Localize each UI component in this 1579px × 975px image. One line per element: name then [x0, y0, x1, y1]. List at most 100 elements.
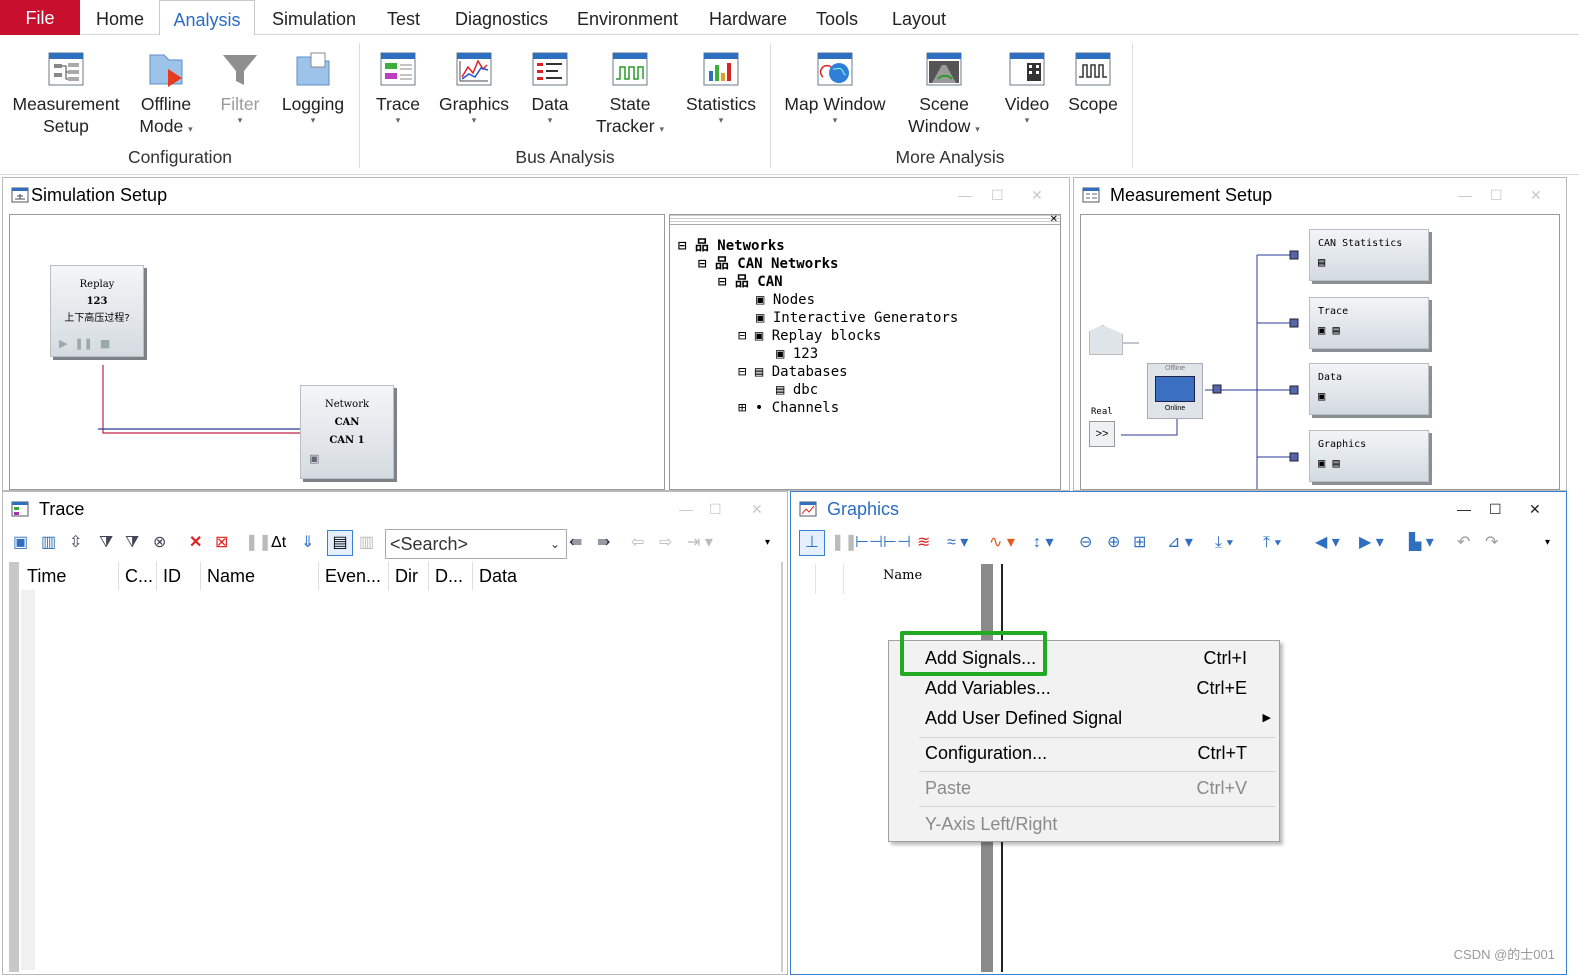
tree-item-channels[interactable]: ⊞ • Channels	[678, 399, 958, 417]
online-offline-switch[interactable]: Offline Online	[1147, 363, 1203, 419]
overflow-icon[interactable]: ▾	[1545, 528, 1550, 558]
detail-view-icon[interactable]: ▤	[327, 530, 353, 556]
arrow-left-icon[interactable]: ⇦	[631, 528, 644, 558]
tab-file[interactable]: File	[0, 0, 80, 35]
close-icon[interactable]: ✕	[1529, 492, 1541, 527]
logging-button[interactable]: Logging ▾	[276, 43, 350, 125]
find-previous-icon[interactable]: ⇚	[569, 528, 582, 558]
next-icon[interactable]: ▶ ▾	[1359, 528, 1384, 558]
trace-box[interactable]: Trace ▣ ▤	[1309, 297, 1429, 349]
data-button[interactable]: Data ▾	[523, 43, 577, 125]
tree-item-can-networks[interactable]: ⊟ 品 CAN Networks	[678, 255, 958, 273]
statistics-button[interactable]: Statistics ▾	[682, 43, 760, 125]
filter-icon[interactable]: ⧩	[99, 528, 113, 558]
arrow-right-icon[interactable]: ⇨	[659, 528, 672, 558]
close-icon[interactable]: ✕	[1031, 178, 1043, 213]
signal-style-icon[interactable]: ≈ ▾	[947, 528, 968, 558]
filter-button[interactable]: Filter ▾	[212, 43, 268, 125]
zoom-out-icon[interactable]: ⊖	[1079, 528, 1092, 558]
scope-button[interactable]: Scope	[1064, 43, 1122, 115]
find-next-icon[interactable]: ⇛	[597, 528, 610, 558]
column-event-type[interactable]: Even...	[319, 562, 389, 590]
data-box[interactable]: Data ▣	[1309, 363, 1429, 415]
tree-item-interactive-generators[interactable]: ▣ Interactive Generators	[678, 309, 958, 327]
maximize-icon[interactable]: ☐	[1490, 178, 1503, 213]
y-scale-icon[interactable]: ↕ ▾	[1033, 528, 1053, 558]
pause-icon[interactable]: ❚❚	[245, 528, 272, 558]
state-tracker-button[interactable]: State Tracker ▾	[588, 43, 672, 140]
scroll-icon[interactable]: ⇳	[69, 528, 82, 558]
tab-tools[interactable]: Tools	[816, 0, 858, 35]
scene-window-button[interactable]: Scene Window ▾	[898, 43, 990, 140]
columns-icon[interactable]: ▥	[359, 528, 374, 558]
tree-item-replay-blocks[interactable]: ⊟ ▣ Replay blocks	[678, 327, 958, 345]
column-dlc[interactable]: D...	[429, 562, 473, 590]
can-statistics-box[interactable]: CAN Statistics ▤	[1309, 229, 1429, 281]
measure-cursor-icon[interactable]: ⤓ ▾	[1215, 528, 1233, 558]
find-icon[interactable]: ⊗	[153, 528, 166, 558]
column-name[interactable]: Name	[201, 562, 319, 590]
minimize-icon[interactable]: —	[958, 178, 972, 213]
real-source-button[interactable]: >>	[1089, 421, 1115, 447]
tab-diagnostics[interactable]: Diagnostics	[455, 0, 548, 35]
close-icon[interactable]: ✕	[751, 492, 763, 527]
sort-icon[interactable]: ⇓	[301, 528, 314, 558]
tree-item-networks[interactable]: ⊟ 品 Networks	[678, 237, 958, 255]
minimize-icon[interactable]: —	[1457, 492, 1471, 527]
layout-icon[interactable]: ⊥	[799, 530, 825, 556]
tree-item-nodes[interactable]: ▣ Nodes	[678, 291, 958, 309]
tab-layout[interactable]: Layout	[892, 0, 946, 35]
previous-icon[interactable]: ◀ ▾	[1315, 528, 1340, 558]
marker-icon[interactable]: ⇥ ▾	[687, 528, 713, 558]
measurement-icon[interactable]: ▣	[13, 528, 28, 558]
measurement-setup-button[interactable]: Measurement Setup	[10, 43, 122, 137]
offline-mode-button[interactable]: Offline Mode ▾	[133, 43, 199, 140]
menu-item-configuration[interactable]: Configuration... Ctrl+T	[889, 738, 1281, 768]
video-button[interactable]: Video ▾	[1000, 43, 1054, 125]
tab-test[interactable]: Test	[387, 0, 420, 35]
maximize-icon[interactable]: ☐	[1489, 492, 1502, 527]
difference-cursor-icon[interactable]: ⤒ ▾	[1263, 528, 1281, 558]
trace-search-input[interactable]: <Search> ⌄	[385, 529, 567, 559]
fit-all-icon[interactable]: ⊢⊣	[883, 528, 911, 558]
zoom-in-icon[interactable]: ⊕	[1107, 528, 1120, 558]
minimize-icon[interactable]: —	[679, 492, 693, 527]
pause-icon[interactable]: ❚❚	[831, 528, 858, 558]
menu-item-add-user-defined-signal[interactable]: Add User Defined Signal ▶	[889, 703, 1281, 733]
trace-scrollbar[interactable]	[781, 562, 783, 972]
signal-mode-icon[interactable]: ≋	[917, 528, 930, 558]
undo-icon[interactable]: ↶	[1457, 528, 1470, 558]
overflow-icon[interactable]: ▾	[765, 528, 770, 558]
minimize-icon[interactable]: —	[1458, 178, 1472, 213]
tree-item-dbc[interactable]: ▤ dbc	[678, 381, 958, 399]
close-icon[interactable]: ✕	[1530, 178, 1542, 213]
simulation-canvas[interactable]: Replay 123 上下高压过程? ▶ ❚❚ ■ Network CAN CA…	[9, 214, 665, 490]
column-time[interactable]: Time	[21, 562, 119, 590]
column-dir[interactable]: Dir	[389, 562, 429, 590]
background-icon[interactable]: ▙ ▾	[1409, 528, 1434, 558]
maximize-icon[interactable]: ☐	[709, 492, 722, 527]
line-type-icon[interactable]: ∿ ▾	[989, 528, 1015, 558]
tree-item-databases[interactable]: ⊟ ▤ Databases	[678, 363, 958, 381]
tab-analysis[interactable]: Analysis	[159, 0, 255, 36]
tab-home[interactable]: Home	[96, 0, 144, 35]
delete-icon[interactable]: ✕	[189, 528, 202, 558]
column-channel[interactable]: C...	[119, 562, 157, 590]
menu-item-add-variables[interactable]: Add Variables... Ctrl+E	[889, 673, 1281, 703]
tree-item-can[interactable]: ⊟ 品 CAN	[678, 273, 958, 291]
tree-item-123[interactable]: ▣ 123	[678, 345, 958, 363]
axis-icon[interactable]: ⊿ ▾	[1167, 528, 1193, 558]
clear-icon[interactable]: ⊠	[215, 528, 228, 558]
tab-simulation[interactable]: Simulation	[272, 0, 356, 35]
delta-time-icon[interactable]: Δt	[271, 528, 286, 558]
graphics-box[interactable]: Graphics ▣ ▤	[1309, 430, 1429, 482]
column-id[interactable]: ID	[157, 562, 201, 590]
column-data[interactable]: Data	[473, 562, 773, 590]
redo-icon[interactable]: ↷	[1485, 528, 1498, 558]
graphics-button[interactable]: Graphics ▾	[436, 43, 512, 125]
trace-button[interactable]: Trace ▾	[370, 43, 426, 125]
menu-item-paste[interactable]: Paste Ctrl+V	[889, 773, 1281, 803]
maximize-icon[interactable]: ☐	[991, 178, 1004, 213]
menu-item-y-axis-left-right[interactable]: Y-Axis Left/Right	[889, 809, 1281, 839]
tab-environment[interactable]: Environment	[577, 0, 678, 35]
